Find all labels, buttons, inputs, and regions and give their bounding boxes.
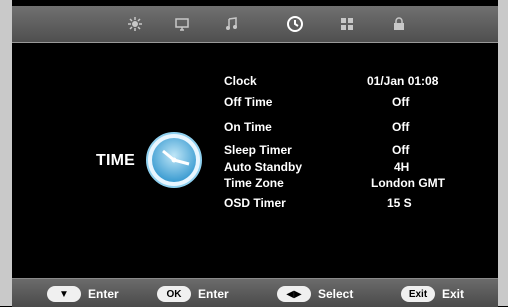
setting-row-sleep-timer[interactable]: Sleep Timer Off — [0, 143, 508, 161]
setting-label: On Time — [224, 120, 272, 134]
ok-key-button[interactable]: OK — [157, 286, 191, 302]
tab-screen[interactable] — [169, 11, 195, 37]
setting-label: Clock — [224, 74, 257, 88]
setting-row-osd-timer[interactable]: OSD Timer 15 S — [0, 196, 508, 214]
time-icon — [287, 16, 303, 32]
down-key-button[interactable]: ▼ — [47, 286, 81, 302]
tab-picture[interactable] — [122, 11, 148, 37]
hint-left-right-select[interactable]: ◀▶ Select — [277, 286, 353, 302]
setting-row-on-time[interactable]: On Time Off — [0, 120, 508, 138]
setting-label: OSD Timer — [224, 196, 286, 210]
monitor-icon — [175, 18, 189, 31]
setting-value: 15 S — [387, 196, 412, 210]
setting-value: Off — [392, 120, 410, 134]
lock-icon — [394, 17, 404, 30]
tab-setup[interactable] — [334, 11, 360, 37]
hint-label: Select — [318, 287, 354, 301]
hint-label: Enter — [88, 287, 119, 301]
setting-value: 01/Jan 01:08 — [367, 74, 439, 88]
hint-ok-enter[interactable]: OK Enter — [157, 286, 229, 302]
grid-icon — [341, 18, 353, 30]
hint-label: Enter — [198, 287, 229, 301]
tab-time[interactable] — [282, 11, 308, 37]
hint-down-enter[interactable]: ▼ Enter — [47, 286, 119, 302]
top-menu-bar — [12, 6, 498, 43]
setting-row-clock[interactable]: Clock 01/Jan 01:08 — [0, 74, 508, 92]
setting-value: Off — [392, 95, 410, 109]
tab-sound[interactable] — [218, 11, 244, 37]
setting-value: London GMT — [371, 176, 445, 190]
exit-key-button[interactable]: Exit — [401, 286, 435, 302]
music-note-icon — [226, 17, 237, 30]
setting-row-time-zone[interactable]: Time Zone London GMT — [0, 176, 508, 194]
hint-label: Exit — [442, 287, 465, 301]
ok-key-label: OK — [166, 288, 182, 300]
left-right-arrows-icon: ◀▶ — [286, 288, 302, 300]
setting-row-off-time[interactable]: Off Time Off — [0, 95, 508, 113]
down-arrow-icon: ▼ — [59, 288, 69, 300]
setting-value: 4H — [394, 160, 410, 174]
hint-exit[interactable]: Exit Exit — [401, 286, 464, 302]
left-right-key-button[interactable]: ◀▶ — [277, 286, 311, 302]
setting-label: Off Time — [224, 95, 273, 109]
osd-frame: TIME Clock 01/Jan 01:08 Off Time Off On … — [0, 0, 508, 307]
exit-key-label: Exit — [408, 288, 428, 300]
setting-label: Auto Standby — [224, 160, 302, 174]
setting-label: Time Zone — [224, 176, 284, 190]
setting-value: Off — [392, 143, 410, 157]
picture-icon — [128, 17, 142, 31]
footer-hint-bar: ▼ Enter OK Enter ◀▶ Select Exit Exit — [12, 278, 498, 307]
setting-label: Sleep Timer — [224, 143, 292, 157]
tab-lock[interactable] — [386, 11, 412, 37]
